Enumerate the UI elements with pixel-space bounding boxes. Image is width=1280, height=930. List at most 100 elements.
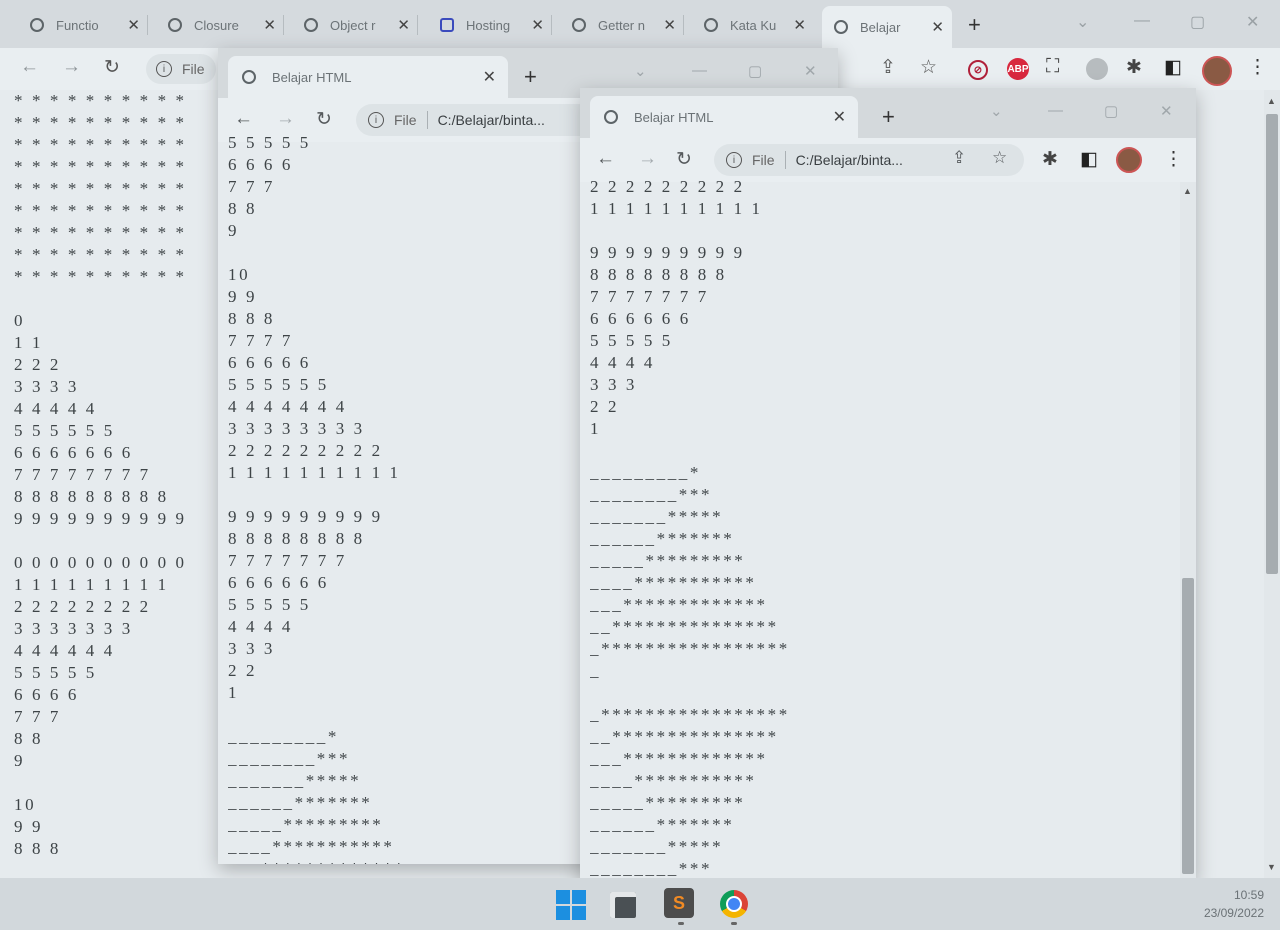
popup2-scrollbar[interactable]: ▲ [1180,182,1196,880]
running-indicator [731,922,737,925]
close-tab-icon[interactable]: ✕ [263,16,276,34]
scroll-up-arrow-icon[interactable]: ▲ [1267,96,1276,106]
scroll-up-arrow-icon[interactable]: ▲ [1183,186,1192,196]
tab-title: Functio [56,17,99,33]
extensions-puzzle-icon[interactable]: ✱ [1042,148,1058,171]
output-line: 4 4 4 4 4 4 [14,641,115,660]
extensions-puzzle-icon[interactable]: ✱ [1126,56,1142,79]
forward-icon[interactable]: → [276,108,295,130]
reload-icon[interactable]: ↻ [104,56,120,79]
minimize-button[interactable]: — [1134,12,1150,30]
output-line: 9 [228,221,240,240]
close-tab-icon[interactable]: ✕ [931,18,944,36]
close-tab-icon[interactable]: ✕ [833,107,846,127]
main-scrollbar-thumb[interactable] [1266,114,1278,574]
output-line: 5 5 5 5 5 [14,663,97,682]
back-icon[interactable]: ← [596,148,615,170]
main-scrollbar[interactable]: ▲ ▼ [1264,90,1280,880]
scroll-down-arrow-icon[interactable]: ▼ [1267,862,1276,872]
forward-icon[interactable]: → [62,56,81,78]
bookmark-star-icon[interactable]: ☆ [920,56,937,79]
reload-icon[interactable]: ↻ [316,108,332,131]
maximize-button[interactable]: ▢ [748,62,762,80]
share-icon[interactable]: ⇪ [880,56,896,79]
output-line: 7 7 7 7 7 7 7 7 [14,465,151,484]
output-line: 1 [590,419,602,438]
menu-kebab-icon[interactable]: ⋮ [1248,56,1267,79]
start-windows-icon[interactable] [556,890,586,920]
output-line: _____********* [590,551,746,570]
output-line: 2 2 2 [14,355,61,374]
maximize-button[interactable]: ▢ [1104,102,1118,120]
screenshot-extension-icon[interactable]: ⛶ [1046,56,1059,78]
output-line: 10 [14,795,37,814]
tab-belajar-active[interactable]: Belajar ✕ [822,6,952,48]
tab-search-chevron-icon[interactable]: ⌄ [1076,12,1089,32]
globe-icon [242,70,256,84]
back-icon[interactable]: ← [234,108,253,130]
minimize-button[interactable]: — [1048,102,1063,119]
tab-object[interactable]: Object r ✕ [304,10,418,40]
tab-search-chevron-icon[interactable]: ⌄ [990,102,1003,120]
popup1-page-content: 5 5 5 5 5 6 6 6 6 7 7 7 8 8 9 10 9 9 8 8 8 7 7 7… [228,132,588,864]
side-panel-icon[interactable]: ◧ [1080,148,1098,171]
close-tab-icon[interactable]: ✕ [127,16,140,34]
profile-avatar[interactable] [1202,56,1232,86]
output-line: * * * * * * * * * * [14,91,187,110]
share-icon[interactable]: ⇪ [952,148,966,168]
side-panel-icon[interactable]: ◧ [1164,56,1182,79]
file-explorer-icon[interactable] [610,892,636,918]
sublime-text-icon[interactable]: S [664,888,694,918]
maximize-button[interactable]: ▢ [1190,12,1205,32]
popup1-tab-belajar-html[interactable]: Belajar HTML ✕ [228,56,508,98]
output-line: _______***** [590,507,724,526]
main-address-bar[interactable]: i File [146,54,216,84]
tab-title: Belajar HTML [272,69,352,85]
bookmark-star-icon[interactable]: ☆ [992,148,1007,168]
adblock-extension-icon[interactable]: ABP [1007,58,1029,80]
popup2-address-bar[interactable]: i File C:/Belajar/binta... [714,144,1024,176]
new-tab-button[interactable]: + [882,104,895,130]
address-scheme: File [752,152,775,168]
chrome-icon[interactable] [720,890,748,918]
close-window-button[interactable]: ✕ [1160,102,1173,120]
new-tab-button[interactable]: + [524,64,537,90]
output-line: 0 [14,311,26,330]
tab-closure[interactable]: Closure ✕ [168,10,284,40]
minimize-button[interactable]: — [692,62,707,79]
blocker-extension-icon[interactable]: ⊘ [968,60,988,80]
tab-hosting[interactable]: Hosting ✕ [440,10,552,40]
gray-extension-icon[interactable] [1086,58,1108,80]
close-tab-icon[interactable]: ✕ [793,16,806,34]
tab-search-chevron-icon[interactable]: ⌄ [634,62,647,80]
popup2-scrollbar-thumb[interactable] [1182,578,1194,874]
reload-icon[interactable]: ↻ [676,148,692,171]
system-clock[interactable]: 10:59 23/09/2022 [1200,886,1264,922]
output-line: 1 1 1 1 1 1 1 1 1 1 [590,199,763,218]
output-line: ____*********** [590,573,757,592]
output-line: * * * * * * * * * * [14,135,187,154]
close-window-button[interactable]: ✕ [804,62,817,80]
close-tab-icon[interactable]: ✕ [663,16,676,34]
menu-kebab-icon[interactable]: ⋮ [1164,148,1183,171]
close-tab-icon[interactable]: ✕ [483,67,496,87]
forward-icon[interactable]: → [638,148,657,170]
output-line: _***************** [590,705,790,724]
popup2-tab-belajar-html[interactable]: Belajar HTML ✕ [590,96,858,138]
back-icon[interactable]: ← [20,56,39,78]
tab-title: Kata Ku [730,17,777,33]
close-tab-icon[interactable]: ✕ [397,16,410,34]
profile-avatar[interactable] [1116,147,1142,173]
tab-kata-ku[interactable]: Kata Ku ✕ [704,10,806,40]
close-window-button[interactable]: ✕ [1246,12,1259,32]
output-line: ______******* [590,529,735,548]
running-indicator [678,922,684,925]
output-line: 4 4 4 4 [590,353,655,372]
tab-functio[interactable]: Functio ✕ [30,10,148,40]
info-icon: i [156,61,172,77]
new-tab-button[interactable]: + [968,12,981,38]
tab-getter[interactable]: Getter n ✕ [572,10,684,40]
close-tab-icon[interactable]: ✕ [531,16,544,34]
